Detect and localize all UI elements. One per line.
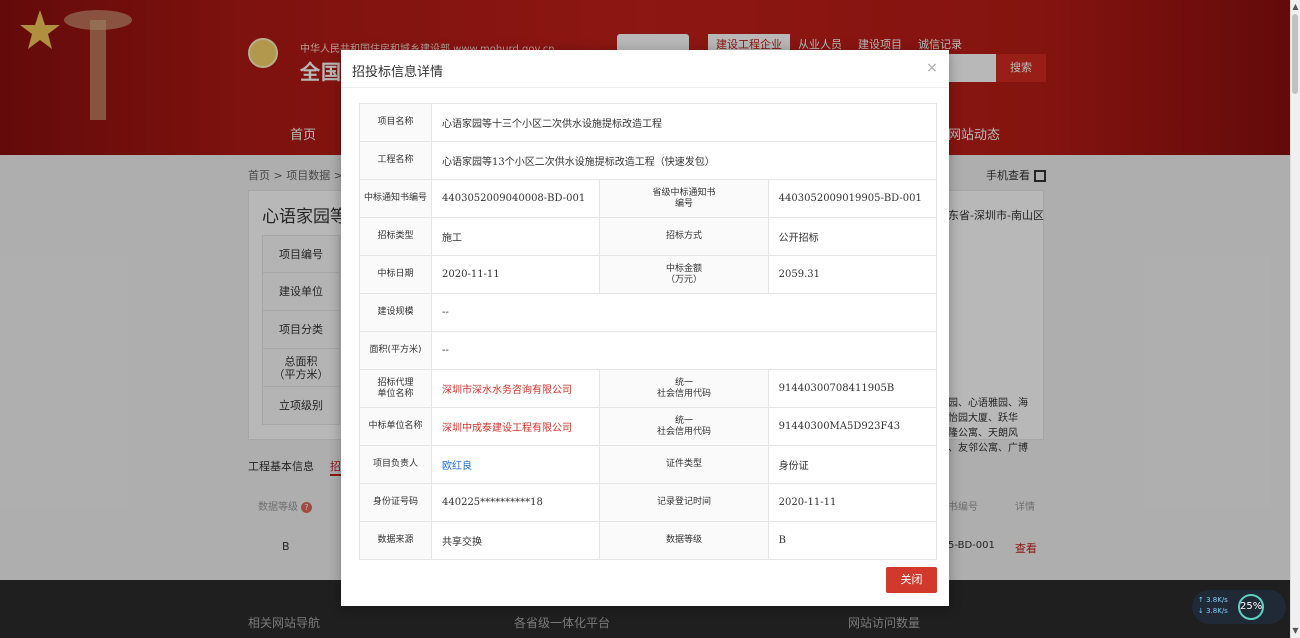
table-row: 数据来源 共享交换 数据等级 B (359, 521, 938, 560)
table-row: 项目名称 心语家园等十三个小区二次供水设施提标改造工程 (359, 103, 937, 142)
cell-label: 招标代理 单位名称 (359, 369, 432, 408)
win-date-value: 2020-11-11 (430, 255, 601, 294)
dialog-title: 招投标信息详情 (352, 65, 444, 80)
dialog-header: 招投标信息详情 × (341, 50, 949, 88)
scroll-up-icon[interactable]: ▲ (1291, 2, 1300, 12)
table-row: 招标代理 单位名称 深圳市深水水务咨询有限公司 统一 社会信用代码 914403… (359, 369, 938, 408)
bid-type-value: 施工 (430, 217, 601, 256)
cell-label: 面积(平方米) (359, 331, 432, 370)
manager-link[interactable]: 欧红良 (430, 445, 601, 484)
scale-value: -- (431, 293, 937, 332)
cell-label: 记录登记时间 (599, 483, 769, 522)
record-time-value: 2020-11-11 (767, 483, 938, 522)
prov-notice-no-value: 4403052009019905-BD-001 (767, 179, 938, 218)
table-row: 中标单位名称 深圳中成泰建设工程有限公司 统一 社会信用代码 91440300M… (359, 407, 938, 446)
engineering-name-value: 心语家园等13个小区二次供水设施提标改造工程（快速发包） (431, 141, 937, 180)
source-value: 共享交换 (430, 521, 601, 560)
cell-label: 项目名称 (359, 103, 432, 142)
table-row: 中标通知书编号 4403052009040008-BD-001 省级中标通知书 … (359, 179, 938, 218)
cell-label: 招标方式 (599, 217, 769, 256)
table-row: 招标类型 施工 招标方式 公开招标 (359, 217, 938, 256)
cell-label: 建设规模 (359, 293, 432, 332)
area-value: -- (431, 331, 937, 370)
table-row: 身份证号码 440225**********18 记录登记时间 2020-11-… (359, 483, 938, 522)
close-button[interactable]: 关闭 (886, 567, 937, 593)
cell-label: 统一 社会信用代码 (599, 407, 769, 446)
level-value: B (767, 521, 938, 560)
project-name-value: 心语家园等十三个小区二次供水设施提标改造工程 (431, 103, 937, 142)
table-row: 中标日期 2020-11-11 中标金额 （万元） 2059.31 (359, 255, 938, 294)
scroll-down-icon[interactable]: ▼ (1291, 626, 1300, 636)
cell-label: 中标单位名称 (359, 407, 432, 446)
winner-code-value: 91440300MA5D923F43 (767, 407, 938, 446)
download-speed: ↓ 3.8K/s (1198, 607, 1228, 615)
cell-label: 项目负责人 (359, 445, 432, 484)
cell-label: 工程名称 (359, 141, 432, 180)
network-speed-text: ↑ 3.8K/s ↓ 3.8K/s (1198, 595, 1228, 617)
cell-label: 证件类型 (599, 445, 769, 484)
table-row: 面积(平方米) -- (359, 331, 937, 370)
vertical-scrollbar[interactable] (1290, 0, 1300, 638)
notice-no-value: 4403052009040008-BD-001 (430, 179, 601, 218)
bid-method-value: 公开招标 (767, 217, 938, 256)
agency-code-value: 91440300708411905B (767, 369, 938, 408)
close-icon[interactable]: × (926, 60, 938, 76)
cell-label: 省级中标通知书 编号 (599, 179, 769, 218)
table-row: 工程名称 心语家园等13个小区二次供水设施提标改造工程（快速发包） (359, 141, 937, 180)
speed-percent: 25% (1238, 594, 1264, 620)
cell-label: 身份证号码 (359, 483, 432, 522)
table-row: 项目负责人 欧红良 证件类型 身份证 (359, 445, 938, 484)
bid-info-dialog: 招投标信息详情 × 项目名称 心语家园等十三个小区二次供水设施提标改造工程 工程… (341, 50, 949, 606)
winner-link[interactable]: 深圳中成泰建设工程有限公司 (430, 407, 601, 446)
cell-label: 招标类型 (359, 217, 432, 256)
scroll-thumb[interactable] (1292, 14, 1298, 94)
cell-label: 数据来源 (359, 521, 432, 560)
table-row: 建设规模 -- (359, 293, 937, 332)
id-type-value: 身份证 (767, 445, 938, 484)
bid-info-table: 项目名称 心语家园等十三个小区二次供水设施提标改造工程 工程名称 心语家园等13… (359, 103, 938, 560)
cell-label: 中标通知书编号 (359, 179, 432, 218)
id-no-value: 440225**********18 (430, 483, 601, 522)
upload-speed: ↑ 3.8K/s (1198, 596, 1228, 604)
cell-label: 中标金额 （万元） (599, 255, 769, 294)
cell-label: 统一 社会信用代码 (599, 369, 769, 408)
win-amount-value: 2059.31 (767, 255, 938, 294)
agency-link[interactable]: 深圳市深水水务咨询有限公司 (430, 369, 601, 408)
cell-label: 数据等级 (599, 521, 769, 560)
cell-label: 中标日期 (359, 255, 432, 294)
